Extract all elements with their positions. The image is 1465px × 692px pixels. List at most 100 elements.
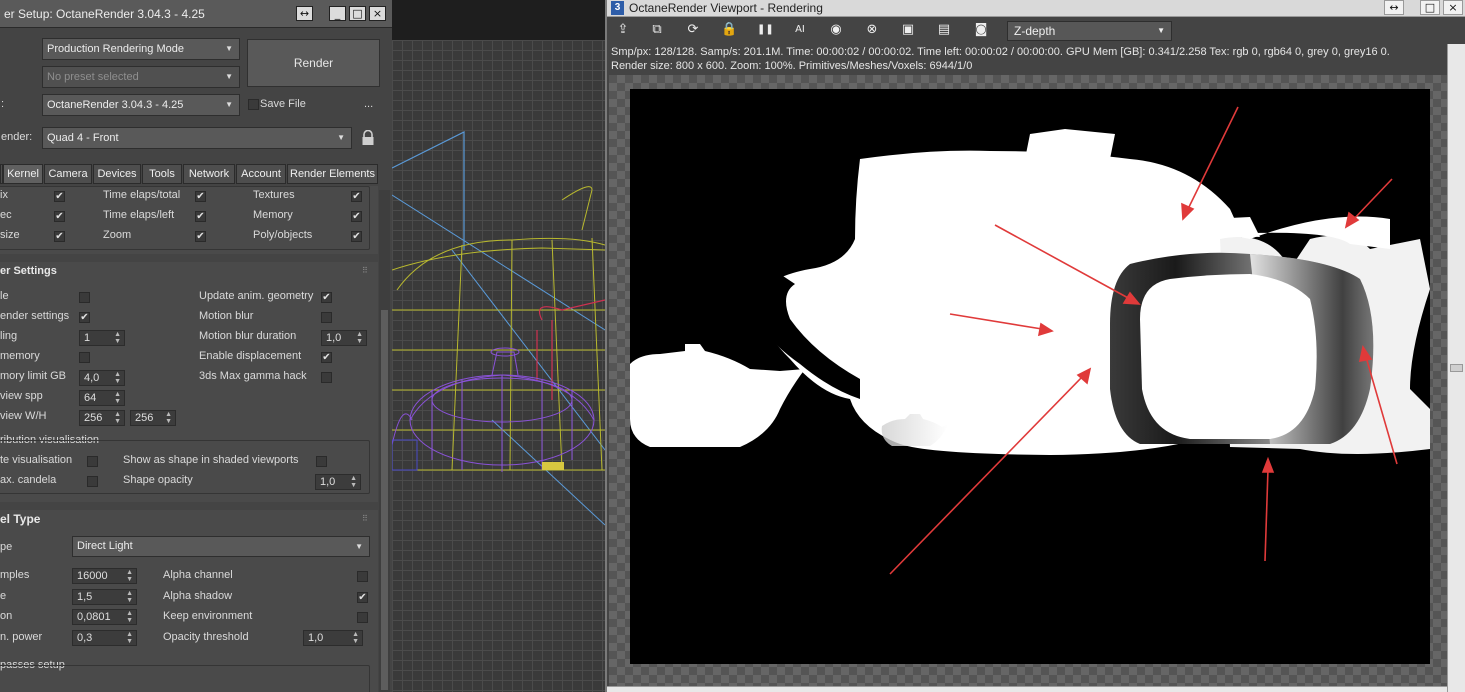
kernel-label: e (0, 589, 7, 602)
octane-titlebar[interactable]: 3 OctaneRender Viewport - Rendering ↔ □ … (607, 0, 1465, 17)
shape-opacity-spinner[interactable]: 1,0 ▲ ▼ (315, 474, 361, 490)
save-file-label: Save File (260, 98, 306, 110)
setting-spinner[interactable]: 4,0 ▲ ▼ (79, 370, 125, 386)
kernel-spinner-value: 16000 (77, 570, 108, 582)
setting-checkbox[interactable]: ✔ (321, 352, 332, 363)
tab-network[interactable]: Network (183, 164, 235, 184)
kernel-spinner[interactable]: 0,3 ▲ ▼ (72, 629, 137, 646)
setting-checkbox[interactable] (321, 372, 332, 383)
tab-account[interactable]: Account (236, 164, 286, 184)
stats-option-label: Memory (253, 209, 293, 221)
save-file-checkbox[interactable] (248, 99, 259, 110)
kernel-checkbox[interactable] (357, 571, 368, 582)
distribution-checkbox[interactable] (87, 456, 98, 467)
render-setup-scrollbar[interactable] (379, 190, 390, 692)
render-setup-titlebar[interactable]: er Setup: OctaneRender 3.04.3 - 4.25 ↔ _… (0, 0, 392, 28)
close-button[interactable]: × (369, 6, 386, 21)
stats-option-checkbox[interactable]: ✔ (195, 191, 206, 202)
setting-spinner-value: 1 (84, 332, 91, 344)
stats-option-checkbox[interactable]: ✔ (351, 211, 362, 222)
tab-camera[interactable]: Camera (44, 164, 92, 184)
restore-arrows-button[interactable]: ↔ (1384, 0, 1404, 15)
setting-spinner[interactable]: 256 ▲ ▼ (130, 410, 176, 426)
kernel-checkbox[interactable] (357, 612, 368, 623)
kernel-spinner[interactable]: 0,0801 ▲ ▼ (72, 609, 137, 625)
preset-dropdown[interactable]: No preset selected ▼ (42, 66, 240, 88)
setting-checkbox[interactable] (79, 292, 90, 303)
setting-spinner[interactable]: 64 ▲ ▼ (79, 390, 125, 406)
kernel-header[interactable]: el Type (0, 512, 40, 526)
kernel-spinner[interactable]: 16000 ▲ ▼ (72, 568, 137, 584)
send-scene-icon[interactable]: ⇪ (615, 22, 631, 38)
stats-option-checkbox[interactable]: ✔ (54, 231, 65, 242)
more-options-button[interactable]: ... (364, 98, 373, 110)
pause-icon[interactable]: ❚❚ (757, 22, 774, 38)
kernel-type-dropdown[interactable]: Direct Light ▼ (72, 536, 370, 557)
viewport-vertical-scrollbar[interactable] (1447, 44, 1465, 692)
stats-option-checkbox[interactable]: ✔ (351, 231, 362, 242)
rendering-mode-dropdown[interactable]: Production Rendering Mode ▼ (42, 38, 240, 60)
renderer-dropdown[interactable]: OctaneRender 3.04.3 - 4.25 ▼ (42, 94, 240, 116)
restart-icon[interactable]: ⟳ (685, 22, 701, 38)
minimize-button[interactable]: _ (329, 6, 346, 21)
ai-light-icon[interactable]: AI (792, 22, 808, 38)
maximize-button[interactable]: □ (1420, 0, 1440, 15)
render-canvas[interactable] (630, 89, 1430, 664)
kernel-spinner[interactable]: 1,0 ▲ ▼ (303, 629, 363, 646)
stats-option-checkbox[interactable]: ✔ (54, 191, 65, 202)
maximize-button[interactable]: □ (349, 6, 366, 21)
stats-option-checkbox[interactable]: ✔ (195, 211, 206, 222)
spinner-arrows-icon: ▲ ▼ (352, 630, 359, 645)
distribution-label: Show as shape in shaded viewports (123, 454, 299, 466)
distribution-label: te visualisation (0, 454, 73, 466)
spinner-arrows-icon: ▲ ▼ (126, 610, 133, 624)
restore-arrows-button[interactable]: ↔ (296, 6, 313, 21)
setting-label: mory limit GB (0, 370, 66, 382)
scrollbar-thumb[interactable] (381, 310, 388, 690)
renderer-value: OctaneRender 3.04.3 - 4.25 (47, 99, 184, 111)
copy-icon[interactable]: ⧉ (649, 22, 665, 38)
lock-icon[interactable]: 🔒 (721, 22, 737, 38)
scrollbar-thumb[interactable] (1450, 364, 1463, 372)
render-setup-title: er Setup: OctaneRender 3.04.3 - 4.25 (4, 6, 205, 21)
setting-label: ling (0, 330, 18, 342)
tab-render-elements[interactable]: Render Elements (287, 164, 378, 184)
color-picker-icon[interactable]: ◉ (828, 22, 844, 38)
camera-icon[interactable]: ◙ (973, 22, 989, 38)
setting-label: Enable displacement (199, 350, 302, 362)
setting-spinner[interactable]: 256 ▲ ▼ (79, 410, 125, 426)
render-button[interactable]: Render (247, 39, 380, 87)
setting-spinner[interactable]: 1,0 ▲ ▼ (321, 330, 367, 346)
tab-tools[interactable]: Tools (142, 164, 182, 184)
clear-icon[interactable]: ⊗ (864, 22, 880, 38)
distribution-checkbox[interactable] (87, 476, 98, 487)
stats-option-checkbox[interactable]: ✔ (195, 231, 206, 242)
film-icon[interactable]: ▤ (936, 22, 952, 38)
close-button[interactable]: × (1443, 0, 1463, 15)
region-icon[interactable]: ▣ (900, 22, 916, 38)
kernel-label: Alpha channel (163, 569, 233, 581)
viewport-horizontal-scrollbar[interactable] (607, 686, 1447, 692)
setting-spinner[interactable]: 1 ▲ ▼ (79, 330, 125, 346)
chevron-down-icon: ▼ (225, 100, 233, 109)
kernel-spinner[interactable]: 1,5 ▲ ▼ (72, 588, 137, 605)
setting-checkbox[interactable]: ✔ (321, 292, 332, 303)
tab-devices[interactable]: Devices (93, 164, 141, 184)
stats-option-checkbox[interactable]: ✔ (54, 211, 65, 222)
view-to-render-dropdown[interactable]: Quad 4 - Front ▼ (42, 127, 352, 149)
lock-view-button[interactable] (361, 129, 375, 146)
wireframe-viewport[interactable] (392, 0, 605, 692)
settings-header[interactable]: er Settings (0, 265, 57, 277)
tab-kernel[interactable]: Kernel (3, 164, 43, 184)
setting-checkbox[interactable] (321, 312, 332, 323)
setting-spinner-value: 256 (135, 412, 154, 424)
setting-checkbox[interactable] (79, 352, 90, 363)
chevron-down-icon: ▼ (1157, 26, 1165, 35)
distribution-checkbox[interactable] (316, 456, 327, 467)
setting-spinner-value: 64 (84, 392, 97, 404)
setting-checkbox[interactable]: ✔ (79, 312, 90, 323)
setting-spinner-value: 256 (84, 412, 103, 424)
render-pass-dropdown[interactable]: Z-depth ▼ (1007, 21, 1172, 41)
stats-option-checkbox[interactable]: ✔ (351, 191, 362, 202)
kernel-checkbox[interactable]: ✔ (357, 591, 368, 603)
